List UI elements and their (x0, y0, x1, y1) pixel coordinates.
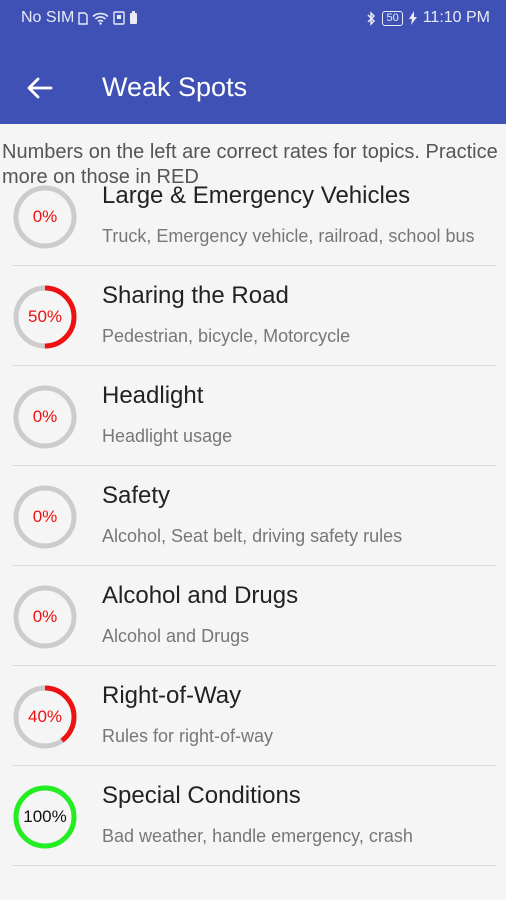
percent-label: 50% (27, 307, 63, 326)
battery-level-badge: 50 (382, 10, 403, 26)
topic-title: Alcohol and Drugs (102, 582, 299, 609)
sd-card-icon (113, 11, 126, 25)
topic-subtitle: Rules for right-of-way (102, 726, 274, 746)
page-title: Weak Spots (102, 72, 248, 102)
topic-title: Safety (102, 482, 171, 509)
topic-subtitle: Headlight usage (102, 426, 233, 446)
percent-label: 0% (32, 607, 58, 626)
topic-row[interactable]: 0% Large & Emergency Vehicles Truck, Emerg… (0, 183, 506, 266)
topic-title: Sharing the Road (102, 282, 289, 309)
topic-title: Headlight (102, 382, 204, 409)
bluetooth-icon (366, 10, 376, 26)
clock-text: 11:10 PM (422, 9, 490, 26)
percent-label: 0% (32, 507, 58, 526)
topic-title: Right-of-Way (102, 682, 242, 709)
percent-label: 100% (23, 807, 67, 826)
status-left: No SIM (21, 9, 138, 27)
arrow-back-icon (27, 77, 53, 99)
topic-subtitle: Alcohol, Seat belt, driving safety rules (102, 526, 403, 546)
topic-row[interactable]: 40% Right-of-Way Rules for right-of-way (0, 666, 506, 766)
topic-subtitle: Bad weather, handle emergency, crash (102, 826, 413, 846)
battery-small-icon (129, 11, 138, 25)
topic-row[interactable]: 100% Special Conditions Bad weather, handl… (0, 766, 506, 866)
app-bar: No SIM 50 11:10 PM Weak Spots (0, 0, 506, 124)
charging-icon (408, 11, 417, 25)
topic-subtitle: Pedestrian, bicycle, Motorcycle (102, 326, 351, 346)
carrier-text: No SIM (21, 9, 75, 26)
status-right: 50 11:10 PM (366, 9, 490, 27)
topic-subtitle: Truck, Emergency vehicle, railroad, scho… (102, 226, 475, 246)
topic-title: Large & Emergency Vehicles (102, 183, 411, 209)
status-bar: No SIM 50 11:10 PM (0, 0, 506, 36)
percent-label: 0% (32, 407, 58, 426)
row-divider (12, 865, 496, 866)
wifi-icon (92, 12, 109, 25)
toolbar: Weak Spots (0, 50, 506, 124)
topic-subtitle: Alcohol and Drugs (102, 626, 250, 646)
percent-label: 0% (32, 207, 58, 226)
topic-row[interactable]: 0% Alcohol and Drugs Alcohol and Drugs (0, 566, 506, 666)
topic-row[interactable]: 50% Sharing the Road Pedestrian, bicycle, … (0, 266, 506, 366)
topic-row[interactable]: 0% Safety Alcohol, Seat belt, driving safe… (0, 466, 506, 566)
topic-title: Special Conditions (102, 782, 301, 809)
back-button[interactable] (22, 70, 58, 106)
topic-list: 0% Large & Emergency Vehicles Truck, Emerg… (0, 183, 506, 900)
percent-label: 40% (27, 707, 63, 726)
topic-row[interactable]: 0% Headlight Headlight usage (0, 366, 506, 466)
sim-icon (78, 11, 89, 25)
